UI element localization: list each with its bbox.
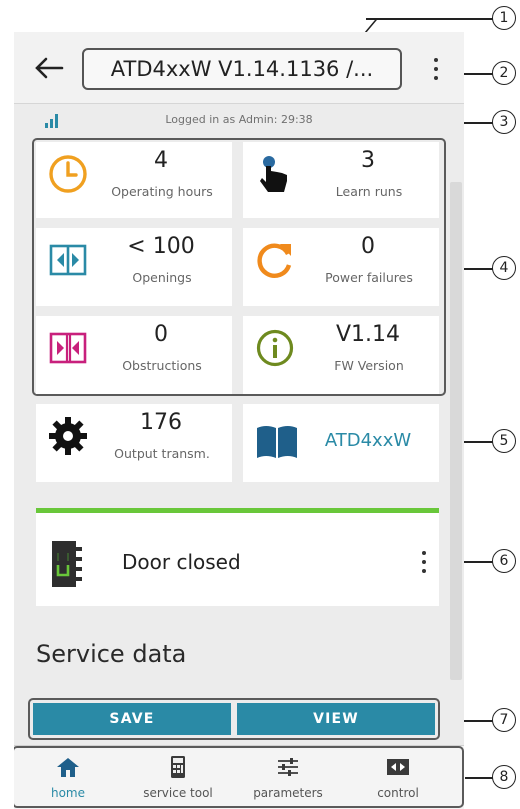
door-display-icon [52,541,82,587]
service-data-title: Service data [36,640,187,668]
sliders-icon [278,758,298,776]
tile-value: 0 [361,234,375,259]
tile-openings[interactable]: < 100 Openings [36,228,232,306]
book-icon [257,426,297,458]
tile-value: 3 [361,148,375,173]
obstruction-icon [49,332,87,364]
callout-3: 3 [492,110,516,134]
app-header: ATD4xxW V1.14.1136 /... [14,32,464,104]
refresh-icon [257,243,292,278]
app-screen: ATD4xxW V1.14.1136 /... Logged in as Adm… [14,32,464,809]
callout-6: 6 [492,549,516,573]
nav-label: parameters [253,786,323,800]
tile-manual[interactable]: ATD4xxW [243,404,439,482]
nav-control[interactable]: control [348,752,448,804]
more-menu-icon[interactable] [424,56,448,82]
tile-label: Openings [132,270,192,285]
device-title[interactable]: ATD4xxW V1.14.1136 /... [82,48,402,90]
nav-label: home [50,786,86,800]
status-row: Logged in as Admin: 29:38 [14,110,464,130]
tile-label: Operating hours [111,184,213,199]
tile-label: Obstructions [122,358,202,373]
login-status: Logged in as Admin: 29:38 [165,113,313,126]
scrollbar[interactable] [450,182,462,680]
save-button[interactable]: SAVE [33,703,231,735]
tile-output-transmissions[interactable]: 176 Output transm. [36,404,232,482]
tile-power-failures[interactable]: 0 Power failures [243,228,439,306]
door-status-text: Door closed [122,550,241,574]
door-open-icon [49,244,87,276]
manual-link[interactable]: ATD4xxW [303,430,433,451]
callout-2: 2 [492,61,516,85]
callout-4: 4 [492,256,516,280]
tile-value: 4 [154,148,168,173]
callout-8: 8 [492,765,516,789]
gear-icon [49,417,87,455]
tile-value: < 100 [127,234,195,259]
tile-label: FW Version [334,358,404,373]
callout-1: 1 [492,6,516,30]
calculator-icon [171,756,185,778]
nav-home[interactable]: home [18,752,118,804]
home-icon [57,758,79,777]
nav-label: service tool [143,786,213,800]
tile-value: 176 [140,410,182,435]
door-control-icon [387,759,409,775]
tile-fw-version[interactable]: V1.14 FW Version [243,316,439,394]
tile-value: V1.14 [335,322,401,347]
view-button[interactable]: VIEW [237,703,435,735]
tile-label: Output transm. [114,446,210,461]
tile-label: Power failures [325,270,413,285]
callout-7: 7 [492,708,516,732]
callout-5: 5 [492,429,516,453]
info-icon [256,329,294,367]
tile-value: 0 [154,322,168,347]
back-arrow-icon[interactable] [32,54,64,82]
nav-service-tool[interactable]: service tool [128,752,228,804]
nav-parameters[interactable]: parameters [238,752,338,804]
action-buttons: SAVE VIEW [28,698,440,740]
door-more-icon[interactable] [419,551,429,573]
tile-label: Learn runs [335,184,403,199]
tile-obstructions[interactable]: 0 Obstructions [36,316,232,394]
callout-line-1 [366,18,496,20]
door-status-card[interactable]: Door closed [36,508,439,606]
hand-pointer-icon [260,156,287,192]
bottom-navigation: home service tool parameters control [14,745,464,809]
tile-operating-hours[interactable]: 4 Operating hours [36,142,232,218]
tile-learn-runs[interactable]: 3 Learn runs [243,142,439,218]
nav-label: control [377,786,419,800]
clock-icon [49,155,87,193]
